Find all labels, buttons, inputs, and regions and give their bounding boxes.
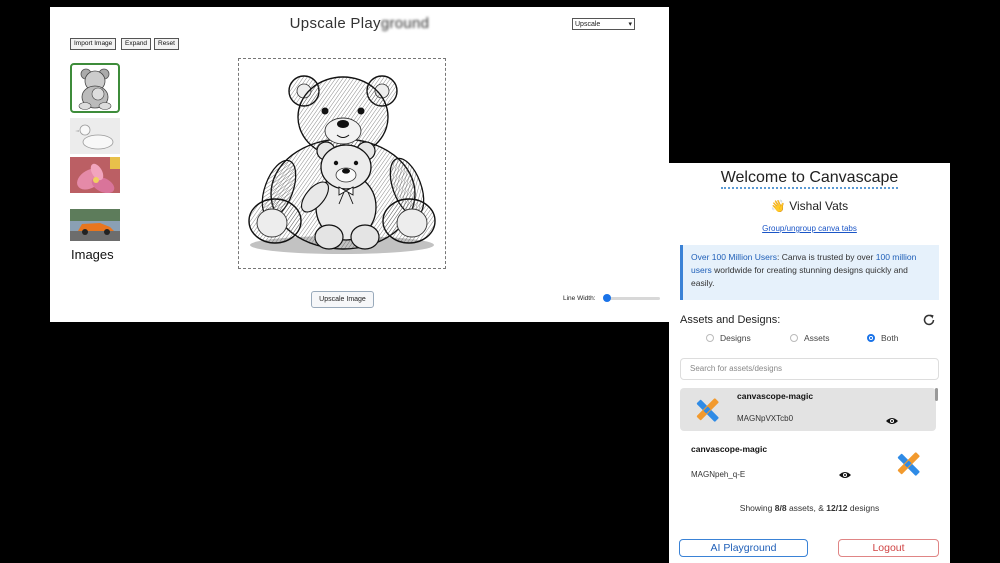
page-title-blurred: ground — [380, 15, 430, 32]
info-text-2: worldwide for creating stunning designs … — [691, 265, 908, 288]
summary-mid: assets, & — [786, 503, 827, 513]
user-name: Vishal Vats — [789, 199, 849, 213]
info-banner: Over 100 Million Users: Canva is trusted… — [680, 245, 939, 300]
canvascape-panel: Welcome to Canvascape 👋 Vishal Vats Grou… — [669, 163, 950, 563]
search-input[interactable]: Search for assets/designs — [680, 358, 939, 380]
line-width-label: Line Width: — [563, 295, 596, 302]
filter-both-label: Both — [881, 333, 899, 343]
filter-assets-label: Assets — [804, 333, 830, 343]
welcome-heading: Welcome to Canvascape — [669, 169, 950, 189]
images-label: Images — [71, 247, 114, 262]
info-lead: Over 100 Million Users — [691, 252, 777, 262]
group-tabs-link[interactable]: Group/ungroup canva tabs — [669, 224, 950, 233]
page-title-main: Upscale Play — [289, 15, 381, 32]
summary-assets-count: 8/8 — [774, 503, 787, 513]
wave-icon: 👋 — [770, 199, 786, 213]
logout-button[interactable]: Logout — [838, 539, 939, 557]
refresh-icon[interactable] — [922, 313, 936, 327]
list-scrollbar[interactable] — [935, 388, 938, 401]
line-width-slider[interactable] — [605, 297, 660, 300]
info-text-1: : Canva is trusted by over — [776, 252, 876, 262]
drawing-canvas[interactable] — [238, 58, 446, 269]
eye-icon[interactable] — [838, 470, 852, 480]
results-summary: Showing 8/8 assets, & 12/12 designs — [669, 503, 950, 513]
radio-dot-selected — [867, 334, 875, 342]
ai-playground-button[interactable]: AI Playground — [679, 539, 808, 557]
upscale-image-button[interactable]: Upscale Image — [311, 291, 374, 308]
radio-dot — [706, 334, 714, 342]
import-image-button[interactable]: Import Image — [70, 38, 117, 50]
filter-both-radio[interactable]: Both — [867, 333, 899, 343]
line-width-slider-thumb[interactable] — [603, 294, 611, 302]
filter-designs-radio[interactable]: Designs — [706, 333, 751, 343]
flower-thumbnail-image — [70, 157, 120, 193]
duck-thumbnail-image — [70, 118, 120, 154]
expand-button[interactable]: Expand — [121, 38, 152, 50]
eye-icon[interactable] — [885, 416, 899, 426]
pencil-ruler-icon — [696, 398, 719, 422]
reset-button[interactable]: Reset — [154, 38, 179, 50]
assets-designs-title: Assets and Designs: — [680, 314, 781, 326]
upscale-playground-window: Upscale Playground Upscale ▾ Import Imag… — [50, 7, 669, 322]
mode-select-value: Upscale — [575, 21, 601, 28]
item-id: MAGNpVXTcb0 — [737, 414, 794, 423]
filter-designs-label: Designs — [720, 333, 751, 343]
summary-suffix: designs — [847, 503, 880, 513]
chevron-down-icon: ▾ — [628, 21, 632, 28]
user-row: 👋 Vishal Vats — [669, 199, 950, 213]
summary-designs-count: 12/12 — [826, 503, 848, 513]
teddy-bear-thumbnail-image — [78, 68, 112, 110]
thumbnail-flower[interactable] — [70, 157, 120, 193]
list-item[interactable]: canvascope-magic MAGNpVXTcb0 — [680, 388, 936, 431]
radio-dot — [790, 334, 798, 342]
welcome-text: Welcome to Canvascape — [720, 169, 899, 189]
item-name: canvascope-magic — [691, 444, 768, 454]
screen: Upscale Playground Upscale ▾ Import Imag… — [0, 0, 1000, 563]
mode-select[interactable]: Upscale ▾ — [572, 18, 635, 30]
item-id: MAGNpeh_q-E — [691, 470, 746, 479]
pencil-ruler-icon — [897, 452, 920, 476]
list-item[interactable]: canvascope-magic MAGNpeh_q-E — [680, 439, 936, 489]
teddy-bear-sketch — [248, 75, 436, 254]
filter-assets-radio[interactable]: Assets — [790, 333, 830, 343]
thumbnail-duck[interactable] — [70, 118, 120, 154]
summary-prefix: Showing — [739, 503, 775, 513]
car-thumbnail-image — [70, 209, 120, 241]
thumbnail-teddy-bear[interactable] — [70, 63, 120, 113]
item-name: canvascope-magic — [737, 391, 814, 401]
thumbnail-car[interactable] — [70, 209, 120, 241]
